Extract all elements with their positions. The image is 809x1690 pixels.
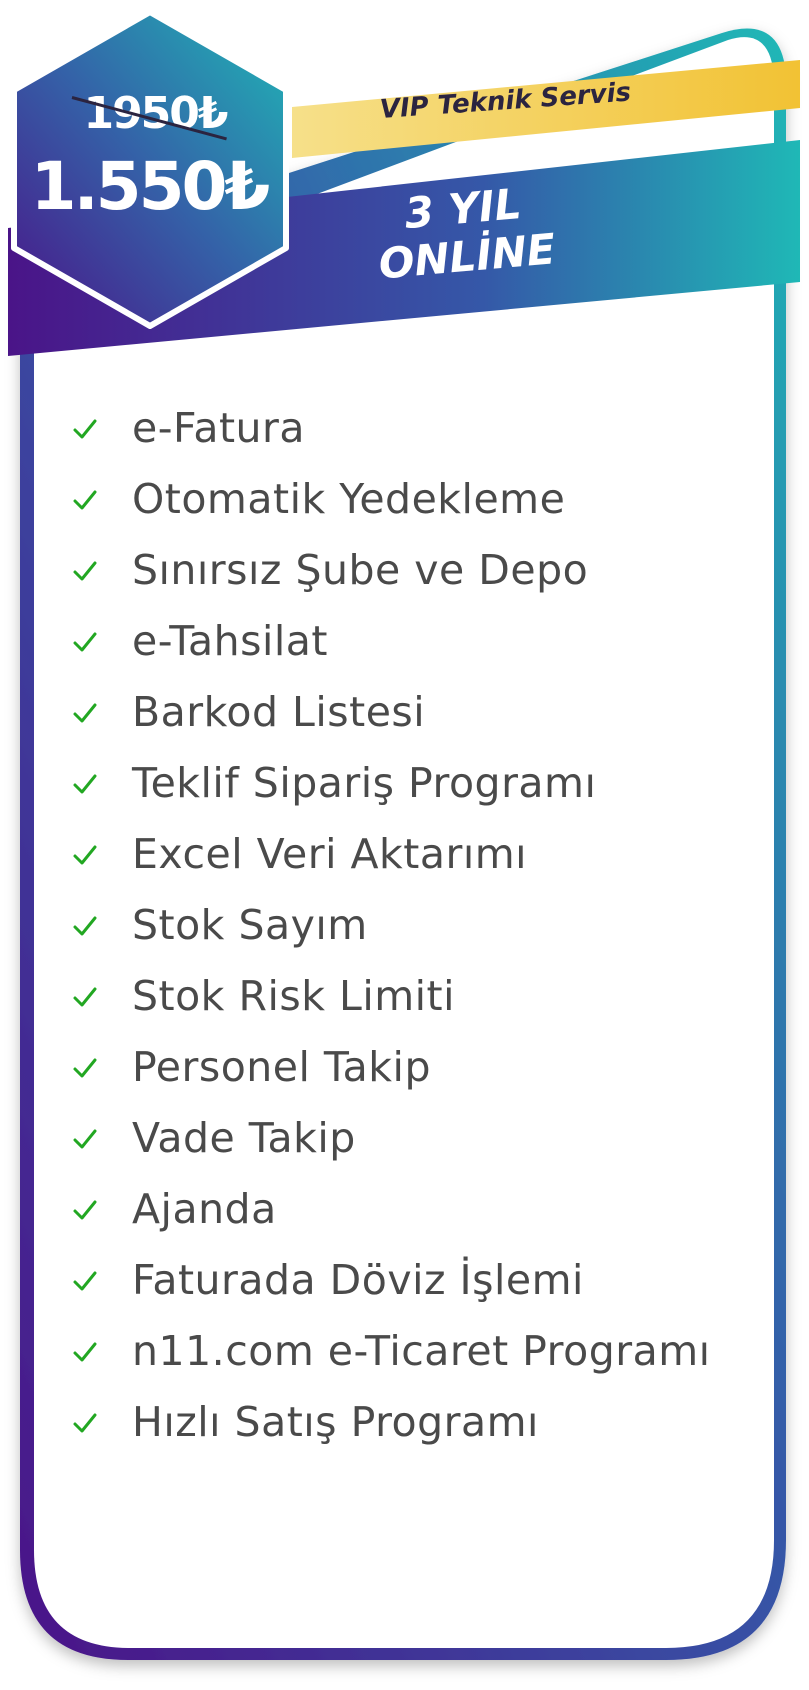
check-icon (73, 1342, 97, 1361)
feature-label: Ajanda (132, 1184, 277, 1233)
plan-title: 3 YIL ONLİNE (346, 175, 583, 291)
feature-label: e-Tahsilat (132, 616, 328, 665)
check-icon (73, 1129, 97, 1148)
check-icon (73, 490, 97, 509)
check-icon (73, 1058, 97, 1077)
feature-list: e-Fatura Otomatik Yedekleme Sınırsız Şub… (70, 392, 711, 1457)
check-icon (73, 1271, 97, 1290)
feature-label: Hızlı Satış Programı (132, 1397, 539, 1446)
feature-label: Stok Sayım (132, 900, 368, 949)
feature-item: Stok Sayım (70, 889, 711, 960)
feature-label: n11.com e-Ticaret Programı (132, 1326, 711, 1375)
feature-item: Teklif Sipariş Programı (70, 747, 711, 818)
feature-item: e-Fatura (70, 392, 711, 463)
new-price: 1.550₺ (30, 148, 271, 225)
check-icon (73, 703, 97, 722)
check-icon (73, 419, 97, 438)
check-icon (73, 632, 97, 651)
feature-item: Vade Takip (70, 1102, 711, 1173)
feature-label: Faturada Döviz İşlemi (132, 1255, 584, 1304)
feature-item: Stok Risk Limiti (70, 960, 711, 1031)
feature-item: Sınırsız Şube ve Depo (70, 534, 711, 605)
feature-item: Otomatik Yedekleme (70, 463, 711, 534)
check-icon (73, 561, 97, 580)
feature-label: e-Fatura (132, 403, 306, 452)
check-icon (73, 987, 97, 1006)
feature-item: Barkod Listesi (70, 676, 711, 747)
feature-label: Otomatik Yedekleme (132, 474, 566, 523)
feature-item: Ajanda (70, 1173, 711, 1244)
check-icon (73, 845, 97, 864)
feature-item: n11.com e-Ticaret Programı (70, 1315, 711, 1386)
feature-item: e-Tahsilat (70, 605, 711, 676)
check-icon (73, 774, 97, 793)
feature-label: Personel Takip (132, 1042, 431, 1091)
feature-label: Stok Risk Limiti (132, 971, 456, 1020)
check-icon (73, 1413, 97, 1432)
feature-item: Hızlı Satış Programı (70, 1386, 711, 1457)
feature-label: Barkod Listesi (132, 687, 426, 736)
check-icon (73, 1200, 97, 1219)
feature-label: Teklif Sipariş Programı (132, 758, 597, 807)
feature-item: Personel Takip (70, 1031, 711, 1102)
old-price: 1950₺ (83, 88, 228, 139)
feature-item: Excel Veri Aktarımı (70, 818, 711, 889)
feature-label: Sınırsız Şube ve Depo (132, 545, 589, 594)
feature-label: Excel Veri Aktarımı (132, 829, 528, 878)
feature-label: Vade Takip (132, 1113, 356, 1162)
check-icon (73, 916, 97, 935)
feature-item: Faturada Döviz İşlemi (70, 1244, 711, 1315)
